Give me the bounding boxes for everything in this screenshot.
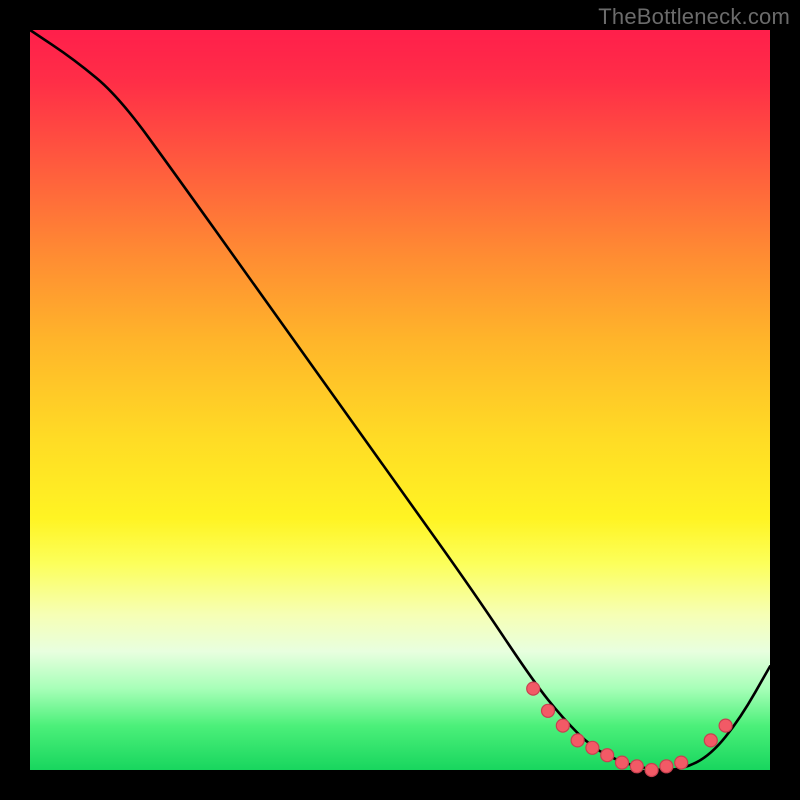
marker-dot bbox=[616, 756, 629, 769]
plot-area bbox=[30, 30, 770, 770]
watermark-text: TheBottleneck.com bbox=[598, 4, 790, 30]
marker-dot bbox=[704, 734, 717, 747]
marker-dot bbox=[660, 760, 673, 773]
marker-dot bbox=[601, 749, 614, 762]
marker-dot bbox=[645, 764, 658, 777]
bottleneck-curve bbox=[30, 30, 770, 770]
marker-dot bbox=[675, 756, 688, 769]
marker-dot bbox=[571, 734, 584, 747]
marker-dot bbox=[719, 719, 732, 732]
marker-dot bbox=[586, 741, 599, 754]
marker-dot bbox=[556, 719, 569, 732]
marker-dot bbox=[542, 704, 555, 717]
chart-frame: TheBottleneck.com bbox=[0, 0, 800, 800]
curve-svg bbox=[30, 30, 770, 770]
marker-dot bbox=[630, 760, 643, 773]
marker-dot bbox=[527, 682, 540, 695]
highlight-markers bbox=[527, 682, 732, 776]
